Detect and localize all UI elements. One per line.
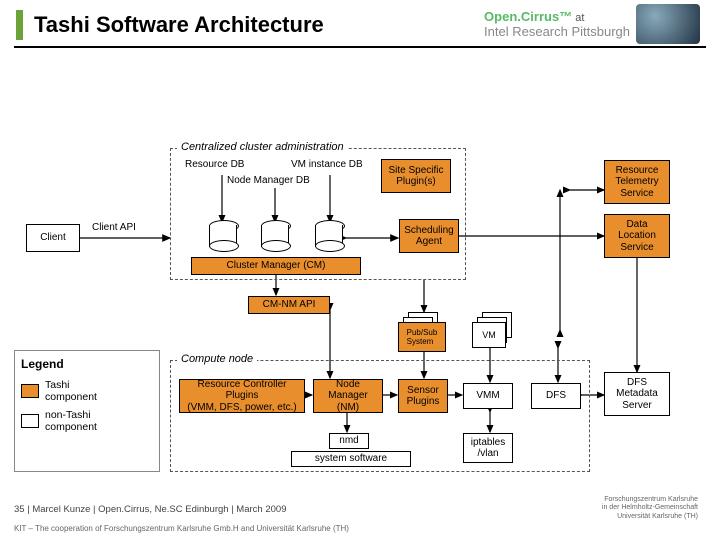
brand-joiner: at — [575, 12, 584, 24]
brand-intel: Intel Research Pittsburgh — [484, 24, 630, 39]
admin-group: Centralized cluster administration Resou… — [170, 148, 466, 280]
db-cyl-2 — [261, 221, 289, 251]
client-api-label: Client API — [92, 222, 136, 233]
compute-group-label: Compute node — [177, 353, 257, 365]
cluster-manager-box: Cluster Manager (CM) — [191, 257, 361, 275]
divider — [14, 46, 706, 48]
sensor-plugins-box: Sensor Plugins — [398, 379, 448, 413]
vmm-box: VMM — [463, 383, 513, 409]
dfs-box: DFS — [531, 383, 581, 409]
pubsub-stack: Pub/Sub System — [398, 312, 438, 348]
iptables-box: iptables /vlan — [463, 433, 513, 463]
rc-plugins-box: Resource Controller Plugins (VMM, DFS, p… — [179, 379, 305, 413]
legend-box: Legend Tashi component non-Tashi compone… — [14, 350, 160, 472]
vm-stack: VM — [472, 312, 512, 348]
admin-group-label: Centralized cluster administration — [177, 141, 348, 153]
legend-nontashi-label: non-Tashi component — [45, 409, 97, 433]
system-software-box: system software — [291, 451, 411, 467]
cm-nm-api-box: CM-NM API — [248, 296, 330, 314]
header-image — [636, 4, 700, 44]
footer-right: Forschungszentrum Karlsruhe in der Helmh… — [602, 496, 698, 521]
legend-swatch-nontashi — [21, 414, 39, 428]
resource-telemetry-box: Resource Telemetry Service — [604, 160, 670, 204]
dfs-metadata-box: DFS Metadata Server — [604, 372, 670, 416]
nmd-box: nmd — [329, 433, 369, 449]
brand-cirrus: Cirrus™ — [521, 9, 572, 24]
footer-sub: KIT – The cooperation of Forschungszentr… — [14, 524, 349, 533]
compute-group: Compute node Resource Controller Plugins… — [170, 360, 590, 472]
scheduling-agent-box: Scheduling Agent — [399, 219, 459, 253]
nm-db-label: Node Manager DB — [227, 175, 310, 186]
db-cyl-3 — [315, 221, 343, 251]
node-manager-box: Node Manager (NM) — [313, 379, 383, 413]
brand-open: Open — [484, 9, 517, 24]
resource-db-label: Resource DB — [185, 159, 244, 170]
db-cyl-1 — [209, 221, 237, 251]
legend-title: Legend — [21, 357, 153, 371]
site-plugins-box: Site Specific Plugin(s) — [381, 159, 451, 193]
client-box: Client — [26, 224, 80, 252]
data-location-box: Data Location Service — [604, 214, 670, 258]
accent-bar — [16, 10, 23, 40]
legend-tashi-label: Tashi component — [45, 379, 97, 403]
page-title: Tashi Software Architecture — [34, 12, 324, 38]
vm-db-label: VM instance DB — [291, 159, 363, 170]
header-logos: Open.Cirrus™ at Intel Research Pittsburg… — [484, 4, 700, 44]
legend-swatch-tashi — [21, 384, 39, 398]
footer-main: 35 | Marcel Kunze | Open.Cirrus, Ne.SC E… — [14, 504, 286, 515]
